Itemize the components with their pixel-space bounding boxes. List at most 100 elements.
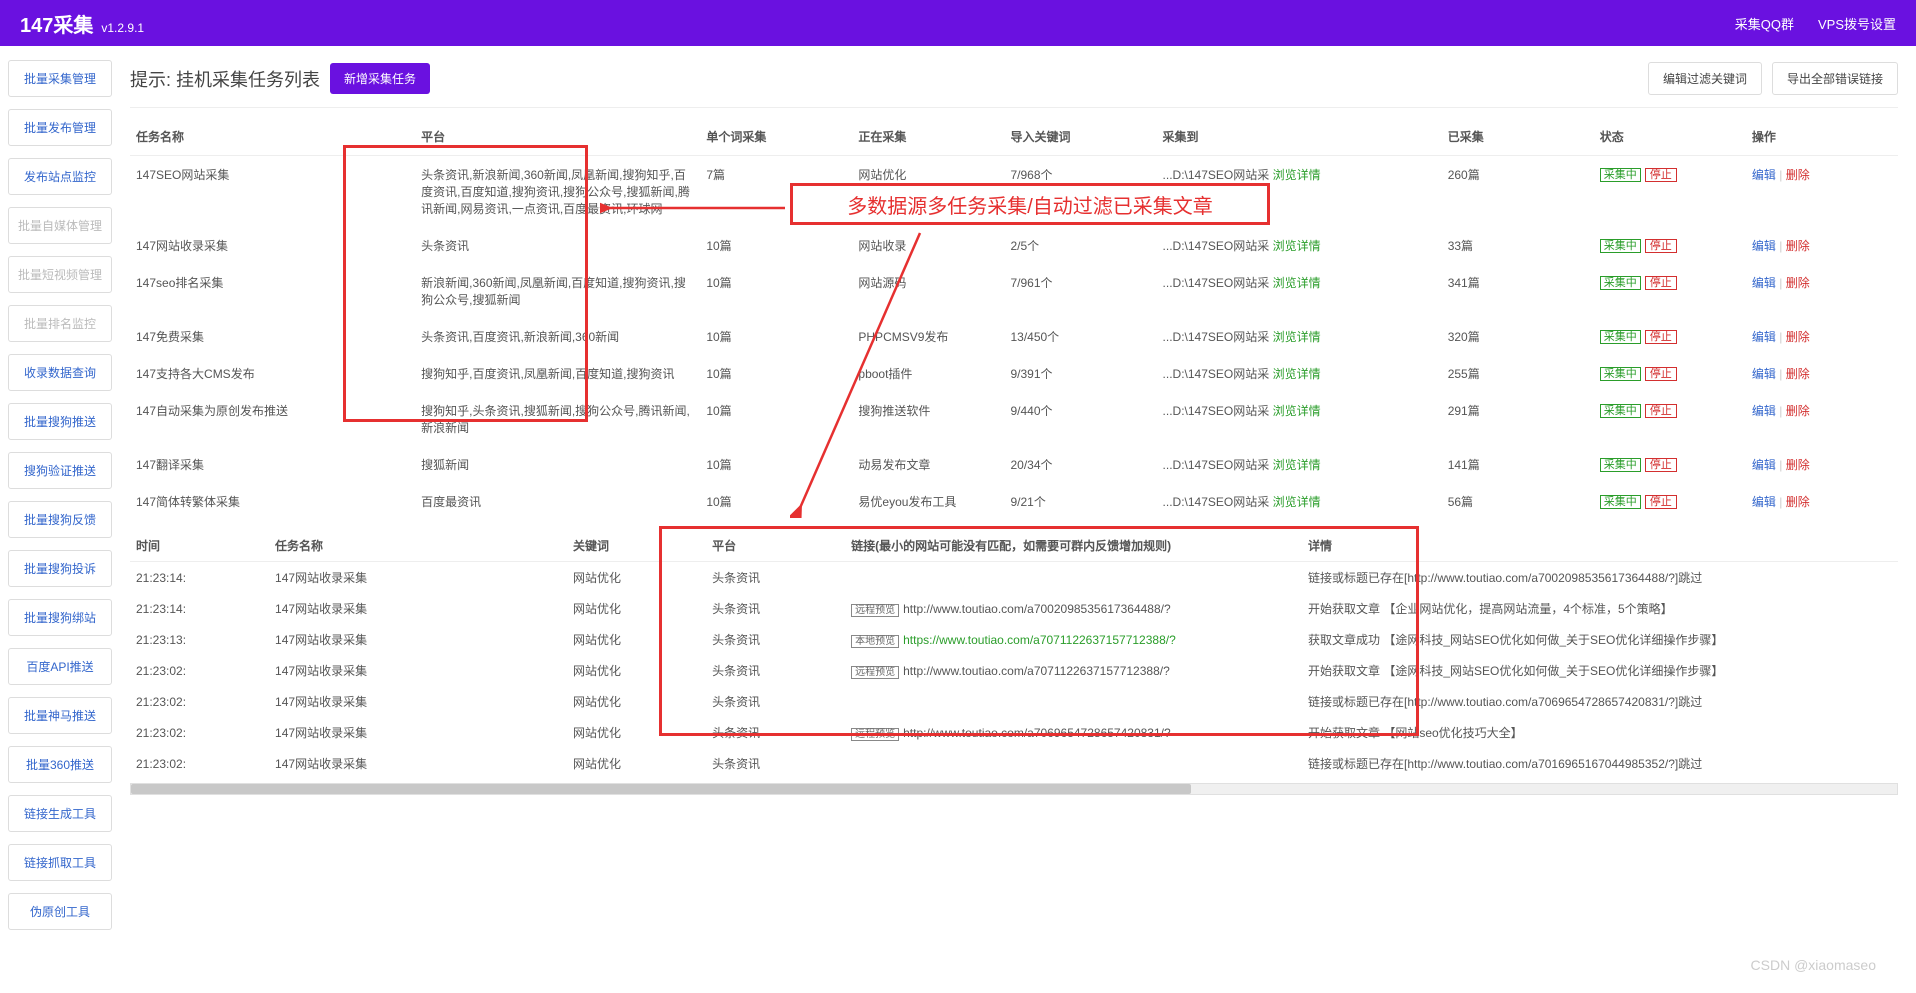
sidebar-item-12[interactable]: 百度API推送 bbox=[8, 648, 112, 685]
edit-button[interactable]: 编辑 bbox=[1752, 168, 1776, 182]
cell-op: 编辑 | 删除 bbox=[1746, 264, 1898, 318]
log-url[interactable]: https://www.toutiao.com/a707112263715771… bbox=[903, 633, 1176, 647]
cell-llink: 远程预览 http://www.toutiao.com/a700209853561… bbox=[845, 593, 1302, 624]
cell-to: ...D:\147SEO网站采 浏览详情 bbox=[1157, 264, 1442, 318]
sidebar-item-0[interactable]: 批量采集管理 bbox=[8, 60, 112, 97]
browse-detail-link[interactable]: 浏览详情 bbox=[1273, 367, 1321, 381]
edit-button[interactable]: 编辑 bbox=[1752, 495, 1776, 509]
watermark: CSDN @xiaomaseo bbox=[1751, 957, 1876, 973]
cell-ldetail: 开始获取文章 【企业网站优化，提高网站流量，4个标准，5个策略】 bbox=[1302, 593, 1898, 624]
cell-collecting: 动易发布文章 bbox=[852, 446, 1004, 483]
cell-lkey: 网站优化 bbox=[567, 624, 706, 655]
browse-detail-link[interactable]: 浏览详情 bbox=[1273, 404, 1321, 418]
export-errors-button[interactable]: 导出全部错误链接 bbox=[1772, 62, 1898, 95]
edit-button[interactable]: 编辑 bbox=[1752, 367, 1776, 381]
sidebar-item-17[interactable]: 伪原创工具 bbox=[8, 893, 112, 930]
browse-detail-link[interactable]: 浏览详情 bbox=[1273, 495, 1321, 509]
cell-llink: 远程预览 http://www.toutiao.com/a706965472865… bbox=[845, 717, 1302, 748]
log-url[interactable]: http://www.toutiao.com/a7069654728657420… bbox=[903, 726, 1171, 740]
browse-detail-link[interactable]: 浏览详情 bbox=[1273, 168, 1321, 182]
cell-single: 10篇 bbox=[700, 483, 852, 520]
cell-collecting: 网站源码 bbox=[852, 264, 1004, 318]
edit-button[interactable]: 编辑 bbox=[1752, 404, 1776, 418]
log-url[interactable]: http://www.toutiao.com/a7002098535617364… bbox=[903, 602, 1171, 616]
sidebar-item-2[interactable]: 发布站点监控 bbox=[8, 158, 112, 195]
cell-lplat: 头条资讯 bbox=[706, 624, 845, 655]
log-row: 21:23:14:147网站收录采集网站优化头条资讯远程预览http://www… bbox=[130, 593, 1898, 624]
cell-collecting: 搜狗推送软件 bbox=[852, 392, 1004, 446]
delete-button[interactable]: 删除 bbox=[1786, 495, 1810, 509]
log-row: 21:23:14:147网站收录采集网站优化头条资讯链接或标题已存在[http:… bbox=[130, 562, 1898, 594]
delete-button[interactable]: 删除 bbox=[1786, 330, 1810, 344]
cell-done: 260篇 bbox=[1442, 156, 1594, 228]
th-keyword: 导入关键词 bbox=[1004, 118, 1156, 156]
cell-single: 10篇 bbox=[700, 318, 852, 355]
qq-group-link[interactable]: 采集QQ群 bbox=[1735, 14, 1794, 33]
th-ldetail: 详情 bbox=[1302, 530, 1898, 562]
cell-platform: 新浪新闻,360新闻,凤凰新闻,百度知道,搜狗资讯,搜狗公众号,搜狐新闻 bbox=[415, 264, 700, 318]
delete-button[interactable]: 删除 bbox=[1786, 404, 1810, 418]
horizontal-scrollbar[interactable] bbox=[130, 783, 1898, 795]
log-section: 时间 任务名称 关键词 平台 链接(最小的网站可能没有匹配，如需要可群内反馈增加… bbox=[130, 530, 1898, 983]
stop-button[interactable]: 停止 bbox=[1645, 168, 1677, 182]
delete-button[interactable]: 删除 bbox=[1786, 367, 1810, 381]
status-badge: 采集中 bbox=[1600, 330, 1641, 344]
stop-button[interactable]: 停止 bbox=[1645, 458, 1677, 472]
delete-button[interactable]: 删除 bbox=[1786, 276, 1810, 290]
remote-preview-badge[interactable]: 远程预览 bbox=[851, 604, 899, 617]
sidebar-item-1[interactable]: 批量发布管理 bbox=[8, 109, 112, 146]
cell-ldetail: 获取文章成功 【途网科技_网站SEO优化如何做_关于SEO优化详细操作步骤】 bbox=[1302, 624, 1898, 655]
sidebar-item-10[interactable]: 批量搜狗投诉 bbox=[8, 550, 112, 587]
sidebar-item-4: 批量短视频管理 bbox=[8, 256, 112, 293]
sidebar-item-11[interactable]: 批量搜狗绑站 bbox=[8, 599, 112, 636]
cell-lkey: 网站优化 bbox=[567, 748, 706, 779]
th-platform: 平台 bbox=[415, 118, 700, 156]
delete-button[interactable]: 删除 bbox=[1786, 239, 1810, 253]
task-row: 147支持各大CMS发布搜狗知乎,百度资讯,凤凰新闻,百度知道,搜狗资讯10篇p… bbox=[130, 355, 1898, 392]
stop-button[interactable]: 停止 bbox=[1645, 495, 1677, 509]
stop-button[interactable]: 停止 bbox=[1645, 239, 1677, 253]
local-preview-badge[interactable]: 本地预览 bbox=[851, 635, 899, 648]
stop-button[interactable]: 停止 bbox=[1645, 367, 1677, 381]
cell-llink bbox=[845, 686, 1302, 717]
stop-button[interactable]: 停止 bbox=[1645, 330, 1677, 344]
vps-settings-link[interactable]: VPS拨号设置 bbox=[1818, 14, 1896, 33]
sidebar-item-7[interactable]: 批量搜狗推送 bbox=[8, 403, 112, 440]
scrollbar-thumb[interactable] bbox=[131, 784, 1191, 794]
sidebar-item-9[interactable]: 批量搜狗反馈 bbox=[8, 501, 112, 538]
delete-button[interactable]: 删除 bbox=[1786, 168, 1810, 182]
edit-button[interactable]: 编辑 bbox=[1752, 276, 1776, 290]
browse-detail-link[interactable]: 浏览详情 bbox=[1273, 458, 1321, 472]
cell-done: 291篇 bbox=[1442, 392, 1594, 446]
sidebar-item-15[interactable]: 链接生成工具 bbox=[8, 795, 112, 832]
edit-filter-button[interactable]: 编辑过滤关键词 bbox=[1648, 62, 1762, 95]
cell-keyword: 13/450个 bbox=[1004, 318, 1156, 355]
sidebar-item-13[interactable]: 批量神马推送 bbox=[8, 697, 112, 734]
stop-button[interactable]: 停止 bbox=[1645, 276, 1677, 290]
stop-button[interactable]: 停止 bbox=[1645, 404, 1677, 418]
status-badge: 采集中 bbox=[1600, 168, 1641, 182]
browse-detail-link[interactable]: 浏览详情 bbox=[1273, 330, 1321, 344]
sidebar-item-8[interactable]: 搜狗验证推送 bbox=[8, 452, 112, 489]
remote-preview-badge[interactable]: 远程预览 bbox=[851, 666, 899, 679]
cell-done: 33篇 bbox=[1442, 227, 1594, 264]
edit-button[interactable]: 编辑 bbox=[1752, 458, 1776, 472]
browse-detail-link[interactable]: 浏览详情 bbox=[1273, 239, 1321, 253]
sidebar-item-16[interactable]: 链接抓取工具 bbox=[8, 844, 112, 881]
sidebar-item-14[interactable]: 批量360推送 bbox=[8, 746, 112, 783]
delete-button[interactable]: 删除 bbox=[1786, 458, 1810, 472]
log-url[interactable]: http://www.toutiao.com/a7071122637157712… bbox=[903, 664, 1170, 678]
cell-op: 编辑 | 删除 bbox=[1746, 392, 1898, 446]
browse-detail-link[interactable]: 浏览详情 bbox=[1273, 276, 1321, 290]
edit-button[interactable]: 编辑 bbox=[1752, 239, 1776, 253]
task-row: 147自动采集为原创发布推送搜狗知乎,头条资讯,搜狐新闻,搜狗公众号,腾讯新闻,… bbox=[130, 392, 1898, 446]
cell-platform: 百度最资讯 bbox=[415, 483, 700, 520]
cell-op: 编辑 | 删除 bbox=[1746, 156, 1898, 228]
new-task-button[interactable]: 新增采集任务 bbox=[330, 63, 430, 94]
cell-lkey: 网站优化 bbox=[567, 655, 706, 686]
remote-preview-badge[interactable]: 远程预览 bbox=[851, 728, 899, 741]
log-row: 21:23:02:147网站收录采集网站优化头条资讯远程预览http://www… bbox=[130, 717, 1898, 748]
sidebar-item-6[interactable]: 收录数据查询 bbox=[8, 354, 112, 391]
cell-lplat: 头条资讯 bbox=[706, 717, 845, 748]
edit-button[interactable]: 编辑 bbox=[1752, 330, 1776, 344]
